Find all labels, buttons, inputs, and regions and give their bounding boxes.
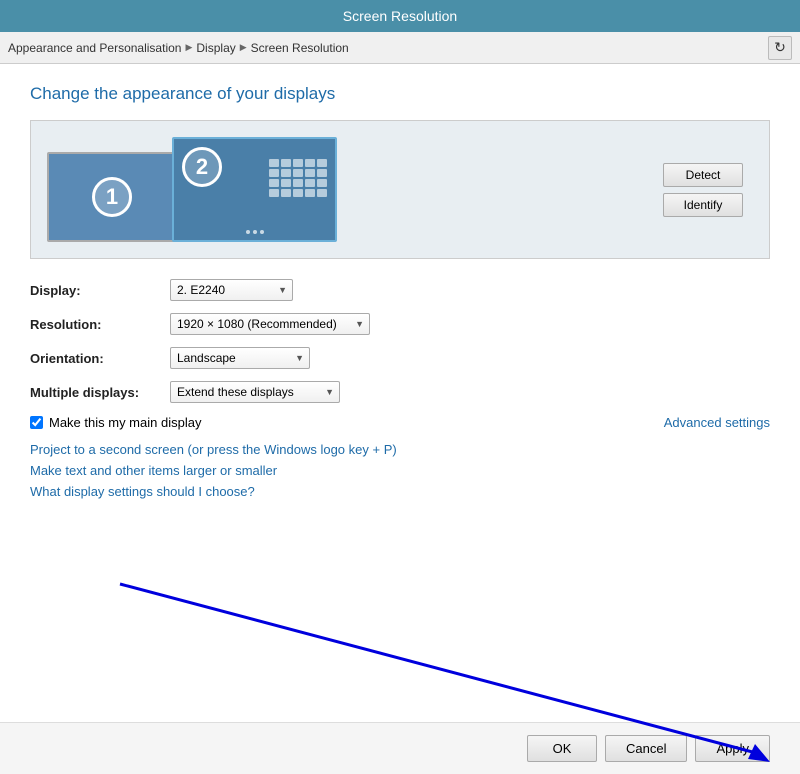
monitors-area: 1 2	[47, 137, 337, 242]
display-settings-link[interactable]: What display settings should I choose?	[30, 484, 770, 499]
monitor-2-dots	[246, 230, 264, 234]
apply-button[interactable]: Apply	[695, 735, 770, 762]
monitor-2-number: 2	[182, 147, 222, 187]
breadcrumb-item-resolution: Screen Resolution	[251, 41, 349, 55]
orientation-row: Orientation: Landscape Portrait Landscap…	[30, 347, 770, 369]
project-screen-link[interactable]: Project to a second screen (or press the…	[30, 442, 770, 457]
page-title: Change the appearance of your displays	[30, 84, 770, 104]
advanced-settings-link[interactable]: Advanced settings	[664, 415, 770, 430]
breadcrumb-arrow-1: ▶	[185, 42, 192, 53]
display-preview: 1 2	[30, 120, 770, 259]
display-select[interactable]: 1. Default Monitor 2. E2240	[170, 279, 293, 301]
multiple-displays-row: Multiple displays: Extend these displays…	[30, 381, 770, 403]
display-settings-form: Display: 1. Default Monitor 2. E2240 Res…	[30, 279, 770, 430]
orientation-select[interactable]: Landscape Portrait Landscape (flipped) P…	[170, 347, 310, 369]
breadcrumb-arrow-2: ▶	[240, 42, 247, 53]
resolution-label: Resolution:	[30, 317, 170, 332]
multiple-displays-select-wrapper: Extend these displays Duplicate these di…	[170, 381, 340, 403]
resolution-select-wrapper: 1920 × 1080 (Recommended) 1600 × 900 128…	[170, 313, 370, 335]
main-display-checkbox[interactable]	[30, 416, 43, 429]
breadcrumb-bar: Appearance and Personalisation ▶ Display…	[0, 32, 800, 64]
ok-button[interactable]: OK	[527, 735, 597, 762]
display-row: Display: 1. Default Monitor 2. E2240	[30, 279, 770, 301]
title-bar: Screen Resolution	[0, 0, 800, 32]
dialog-buttons: OK Cancel Apply	[0, 722, 800, 774]
detect-button[interactable]: Detect	[663, 163, 743, 187]
monitor-2-grid-icon	[269, 159, 327, 197]
identify-button[interactable]: Identify	[663, 193, 743, 217]
resolution-row: Resolution: 1920 × 1080 (Recommended) 16…	[30, 313, 770, 335]
main-display-row: Make this my main display Advanced setti…	[30, 415, 770, 430]
resolution-select[interactable]: 1920 × 1080 (Recommended) 1600 × 900 128…	[170, 313, 370, 335]
cancel-button[interactable]: Cancel	[605, 735, 687, 762]
multiple-displays-select[interactable]: Extend these displays Duplicate these di…	[170, 381, 340, 403]
main-display-checkbox-group: Make this my main display	[30, 415, 201, 430]
refresh-button[interactable]: ↻	[768, 36, 792, 60]
orientation-select-wrapper: Landscape Portrait Landscape (flipped) P…	[170, 347, 310, 369]
title-bar-text: Screen Resolution	[343, 8, 457, 24]
display-label: Display:	[30, 283, 170, 298]
multiple-displays-label: Multiple displays:	[30, 385, 170, 400]
monitor-2[interactable]: 2	[172, 137, 337, 242]
text-size-link[interactable]: Make text and other items larger or smal…	[30, 463, 770, 478]
display-select-wrapper: 1. Default Monitor 2. E2240	[170, 279, 293, 301]
preview-buttons: Detect Identify	[663, 163, 743, 217]
content-area: Change the appearance of your displays 1…	[0, 64, 800, 774]
help-links: Project to a second screen (or press the…	[30, 442, 770, 499]
monitor-1[interactable]: 1	[47, 152, 177, 242]
orientation-label: Orientation:	[30, 351, 170, 366]
breadcrumb-item-appearance[interactable]: Appearance and Personalisation	[8, 41, 181, 55]
main-panel: Change the appearance of your displays 1…	[0, 64, 800, 539]
monitor-1-number: 1	[92, 177, 132, 217]
main-display-label[interactable]: Make this my main display	[49, 415, 201, 430]
breadcrumb-item-display[interactable]: Display	[196, 41, 235, 55]
